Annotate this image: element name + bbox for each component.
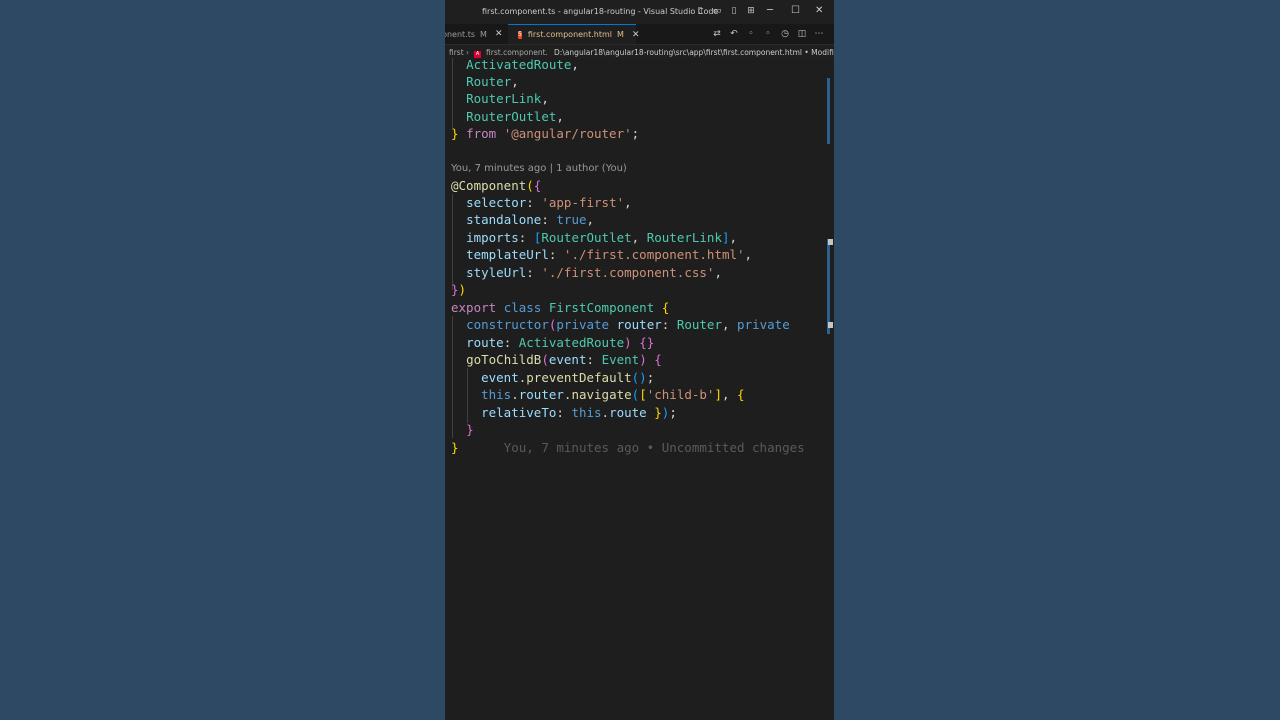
code-line: @Component({ bbox=[451, 178, 542, 193]
more-actions-icon[interactable]: ⋯ bbox=[813, 28, 825, 40]
code-line: } from '@angular/router'; bbox=[451, 126, 640, 141]
maximize-button[interactable]: ☐ bbox=[791, 5, 800, 17]
code-line: event.preventDefault(); bbox=[481, 370, 655, 385]
tab-first-component-ts[interactable]: ponent.ts M ✕ bbox=[445, 24, 508, 44]
code-line: RouterOutlet, bbox=[466, 109, 564, 124]
tab-label: first.component.html bbox=[527, 30, 613, 39]
git-blame-annotation: You, 7 minutes ago • Uncommitted changes bbox=[503, 440, 805, 455]
tab-modified-marker: M bbox=[617, 30, 624, 39]
split-editor-icon[interactable]: ◫ bbox=[796, 28, 808, 40]
tab-modified-marker: M bbox=[480, 29, 487, 39]
scrollbar-marker bbox=[828, 239, 833, 245]
code-line: styleUrl: './first.component.css', bbox=[466, 265, 722, 280]
revert-icon[interactable]: ↶ bbox=[728, 28, 740, 40]
background-left bbox=[0, 0, 445, 720]
code-editor[interactable]: ActivatedRoute, Router, RouterLink, Rout… bbox=[445, 57, 826, 720]
customize-layout-icon[interactable]: ⊞ bbox=[746, 6, 756, 16]
code-line: selector: 'app-first', bbox=[466, 195, 632, 210]
code-line: Router, bbox=[466, 74, 519, 89]
toggle-panel-icon[interactable]: ▭ bbox=[712, 6, 722, 16]
code-line: relativeTo: this.route }); bbox=[481, 405, 677, 420]
code-line: goToChildB(event: Event) { bbox=[466, 352, 662, 367]
html-file-icon: 5 bbox=[518, 30, 522, 39]
window-title: first.component.ts - angular18-routing -… bbox=[482, 7, 719, 16]
scrollbar-thumb[interactable] bbox=[827, 239, 830, 334]
editor-actions: ⇄ ↶ ◦ ◦ ◷ ◫ ⋯ bbox=[711, 28, 825, 40]
code-line: standalone: true, bbox=[466, 212, 595, 227]
vertical-scrollbar[interactable] bbox=[826, 59, 834, 720]
next-change-icon[interactable]: ◦ bbox=[762, 28, 774, 40]
previous-change-icon[interactable]: ◦ bbox=[745, 28, 757, 40]
close-window-button[interactable]: ✕ bbox=[815, 5, 823, 17]
code-line: imports: [RouterOutlet, RouterLink], bbox=[466, 230, 738, 245]
toggle-secondary-sidebar-icon[interactable]: ▯ bbox=[729, 6, 739, 16]
toggle-primary-sidebar-icon[interactable]: ▯ bbox=[695, 6, 705, 16]
code-line: export class FirstComponent { bbox=[451, 300, 670, 315]
tab-first-component-html[interactable]: 5 first.component.html M ✕ bbox=[508, 24, 639, 44]
editor-tab-bar: ponent.ts M ✕ 5 first.component.html M ✕… bbox=[445, 24, 834, 45]
title-bar: first.component.ts - angular18-routing -… bbox=[445, 0, 834, 24]
code-line: this.router.navigate(['child-b'], { bbox=[481, 387, 745, 402]
minimize-button[interactable]: ─ bbox=[767, 5, 773, 17]
code-line: }) bbox=[451, 282, 467, 297]
background-right bbox=[834, 0, 1280, 720]
compare-icon[interactable]: ⇄ bbox=[711, 28, 723, 40]
file-path-tooltip: D:\angular18\angular18-routing\src\app\f… bbox=[554, 48, 834, 57]
scrollbar-marker bbox=[828, 322, 833, 328]
code-line: constructor(private router: Router, priv… bbox=[466, 317, 790, 332]
code-line: RouterLink, bbox=[466, 91, 549, 106]
vscode-window: first.component.ts - angular18-routing -… bbox=[445, 0, 834, 720]
scrollbar-thumb[interactable] bbox=[827, 78, 830, 144]
code-line: ActivatedRoute, bbox=[466, 57, 579, 72]
code-line: route: ActivatedRoute) {} bbox=[466, 335, 655, 350]
tab-label: ponent.ts bbox=[445, 29, 476, 39]
code-line: } You, 7 minutes ago • Uncommitted chang… bbox=[451, 440, 805, 455]
codelens-authors[interactable]: You, 7 minutes ago | 1 author (You) bbox=[451, 163, 627, 174]
code-line: } bbox=[466, 422, 474, 437]
tab-close-icon[interactable]: ✕ bbox=[632, 30, 640, 40]
code-line: templateUrl: './first.component.html', bbox=[466, 247, 753, 262]
tab-close-icon[interactable]: ✕ bbox=[495, 29, 503, 39]
timeline-icon[interactable]: ◷ bbox=[779, 28, 791, 40]
